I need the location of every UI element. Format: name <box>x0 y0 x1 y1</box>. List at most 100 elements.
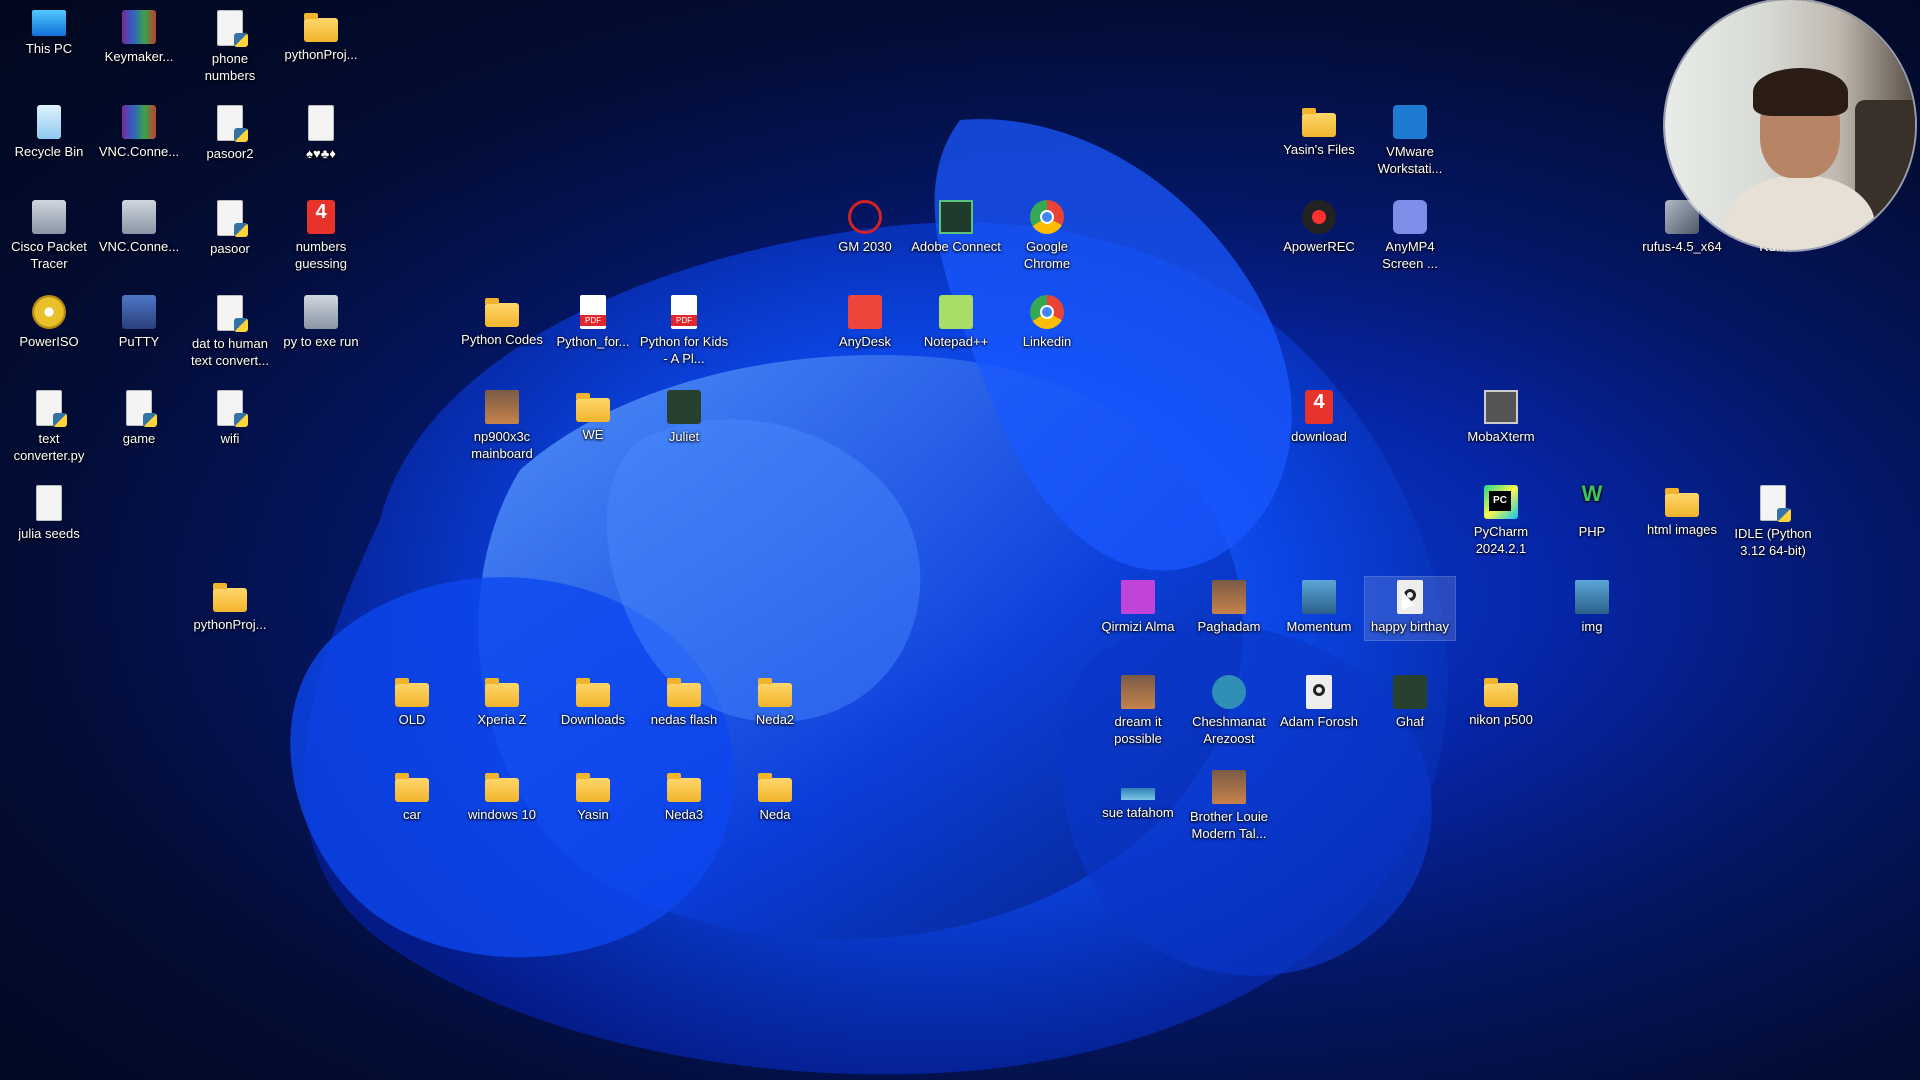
desktop-icon-brother-louie[interactable]: Brother Louie Modern Tal... <box>1184 770 1274 842</box>
icon-label: ♠♥♣♦ <box>306 146 336 161</box>
folder-icon <box>395 773 429 802</box>
desktop-icon-xperia-z[interactable]: Xperia Z <box>457 675 547 728</box>
desktop-icon-yasins-files[interactable]: Yasin's Files <box>1274 105 1364 158</box>
desktop-icon-putty[interactable]: PuTTY <box>94 295 184 350</box>
folder-icon <box>213 583 247 612</box>
desktop-icon-python-for-kids[interactable]: Python for Kids - A Pl... <box>639 295 729 367</box>
desktop-icon-momentum[interactable]: Momentum <box>1274 580 1364 635</box>
icon-label: nedas flash <box>650 712 718 727</box>
number-app-icon <box>307 200 335 234</box>
desktop-icon-download[interactable]: download <box>1274 390 1364 445</box>
desktop-icon-adam-forosh[interactable]: Adam Forosh <box>1274 675 1364 730</box>
desktop-icon-apowerrec[interactable]: ApowerREC <box>1274 200 1364 255</box>
desktop-icon-poweriso[interactable]: PowerISO <box>4 295 94 350</box>
icon-label: pythonProj... <box>193 617 267 632</box>
desktop-icon-html-images[interactable]: html images <box>1637 485 1727 538</box>
icon-label: pasoor2 <box>206 146 254 161</box>
desktop-icon-juliet[interactable]: Juliet <box>639 390 729 445</box>
desktop-icon-linkedin[interactable]: Linkedin <box>1002 295 1092 350</box>
image-icon <box>1212 770 1246 804</box>
desktop-icon-wifi[interactable]: wifi <box>185 390 275 447</box>
folder-icon <box>758 678 792 707</box>
desktop-icon-cheshmanat-arezoost[interactable]: Cheshmanat Arezoost <box>1184 675 1274 747</box>
desktop-icon-vmware[interactable]: VMware Workstati... <box>1365 105 1455 177</box>
python-file-icon <box>217 10 248 47</box>
desktop-icon-pasoor[interactable]: pasoor <box>185 200 275 257</box>
winrar-icon <box>122 105 156 139</box>
number-app-icon <box>1305 390 1333 424</box>
folder-icon <box>1484 678 1518 707</box>
desktop-icon-gm-2030[interactable]: GM 2030 <box>820 200 910 255</box>
desktop-icon-recycle-bin[interactable]: Recycle Bin <box>4 105 94 160</box>
icon-label: GM 2030 <box>838 239 892 254</box>
desktop-icon-neda2[interactable]: Neda2 <box>730 675 820 728</box>
desktop-icon-php[interactable]: W PHP <box>1547 483 1637 540</box>
desktop-icon-idle-python[interactable]: IDLE (Python 3.12 64-bit) <box>1728 485 1818 559</box>
desktop-icon-vnc-connect-setup[interactable]: VNC.Conne... <box>94 200 184 255</box>
desktop-icon-notepad-plus-plus[interactable]: Notepad++ <box>911 295 1001 350</box>
icon-label: img <box>1581 619 1603 634</box>
desktop-icon-dat-to-human[interactable]: dat to human text convert... <box>185 295 275 369</box>
desktop-icon-google-chrome[interactable]: Google Chrome <box>1002 200 1092 272</box>
icon-label: text converter.py <box>13 431 85 463</box>
chrome-icon <box>1030 200 1064 234</box>
desktop-icon-old[interactable]: OLD <box>367 675 457 728</box>
desktop-icon-nedas-flash[interactable]: nedas flash <box>639 675 729 728</box>
desktop-icon-car[interactable]: car <box>367 770 457 823</box>
desktop-icon-neda[interactable]: Neda <box>730 770 820 823</box>
media-icon <box>1212 675 1246 709</box>
desktop-icon-np900x3c[interactable]: np900x3c mainboard <box>457 390 547 462</box>
desktop-icon-pycharm[interactable]: PyCharm 2024.2.1 <box>1456 485 1546 557</box>
icon-label: car <box>402 807 422 822</box>
desktop-icon-windows-10[interactable]: windows 10 <box>457 770 547 823</box>
tool-icon <box>304 295 338 329</box>
desktop-icon-downloads[interactable]: Downloads <box>548 675 638 728</box>
desktop-icon-nikon-p500[interactable]: nikon p500 <box>1456 675 1546 728</box>
desktop-icon-adobe-connect[interactable]: Adobe Connect <box>911 200 1001 255</box>
desktop-icon-game[interactable]: game <box>94 390 184 447</box>
icon-label: Notepad++ <box>923 334 989 349</box>
icon-label: np900x3c mainboard <box>471 429 533 461</box>
desktop-icon-neda3[interactable]: Neda3 <box>639 770 729 823</box>
desktop-icon-happy-birthay[interactable]: happy birthay <box>1364 576 1456 641</box>
desktop-icon-card-suits[interactable]: ♠♥♣♦ <box>276 105 366 162</box>
icon-label: VMware Workstati... <box>1377 144 1443 176</box>
icon-label: MobaXterm <box>1467 429 1535 444</box>
icon-label: Python Codes <box>461 332 543 347</box>
icon-label: dat to human text convert... <box>190 336 270 368</box>
desktop-icon-python-for-pdf[interactable]: Python_for... <box>548 295 638 350</box>
desktop-icon-text-converter[interactable]: text converter.py <box>4 390 94 464</box>
desktop-icon-mobaxterm[interactable]: MobaXterm <box>1456 390 1546 445</box>
desktop-icon-paghadam[interactable]: Paghadam <box>1184 580 1274 635</box>
desktop-icon-numbers-guessing[interactable]: numbers guessing <box>276 200 366 272</box>
icon-label: Yasin's Files <box>1283 142 1355 157</box>
icon-label: numbers guessing <box>294 239 348 271</box>
notepad-plus-plus-icon <box>939 295 973 329</box>
desktop-icon-this-pc[interactable]: This PC <box>4 10 94 57</box>
folder-icon <box>485 298 519 327</box>
desktop-icon-dream-it-possible[interactable]: dream it possible <box>1093 675 1183 747</box>
desktop-icon-python-codes[interactable]: Python Codes <box>457 295 547 348</box>
desktop-icon-yasin[interactable]: Yasin <box>548 770 638 823</box>
desktop-icon-we[interactable]: WE <box>548 390 638 443</box>
desktop-icon-py-to-exe[interactable]: py to exe run <box>276 295 366 350</box>
desktop-icon-pythonproj-2[interactable]: pythonProj... <box>185 580 275 633</box>
desktop-icon-julia-seeds[interactable]: julia seeds <box>4 485 94 542</box>
icon-label: Neda <box>759 807 791 822</box>
icon-label: download <box>1291 429 1347 444</box>
desktop-icon-sue-tafahom[interactable]: sue tafahom <box>1093 770 1183 821</box>
desktop-icon-qirmizi-alma[interactable]: Qirmizi Alma <box>1093 580 1183 635</box>
desktop-icon-pasoor2[interactable]: pasoor2 <box>185 105 275 162</box>
desktop-icon-pythonproj[interactable]: pythonProj... <box>276 10 366 63</box>
desktop-icon-vnc-connect-archive[interactable]: VNC.Conne... <box>94 105 184 160</box>
icon-label: Google Chrome <box>1023 239 1071 271</box>
desktop-icon-img[interactable]: img <box>1547 580 1637 635</box>
desktop-icon-cisco-packet-tracer[interactable]: Cisco Packet Tracer <box>4 200 94 272</box>
pdf-icon <box>671 295 697 329</box>
desktop-icon-anymp4[interactable]: AnyMP4 Screen ... <box>1365 200 1455 272</box>
desktop-icon-ghaf[interactable]: Ghaf <box>1365 675 1455 730</box>
folder-icon <box>1302 108 1336 137</box>
desktop-icon-anydesk[interactable]: AnyDesk <box>820 295 910 350</box>
desktop-icon-keymaker[interactable]: Keymaker... <box>94 10 184 65</box>
desktop-icon-phone-numbers[interactable]: phone numbers <box>185 10 275 84</box>
